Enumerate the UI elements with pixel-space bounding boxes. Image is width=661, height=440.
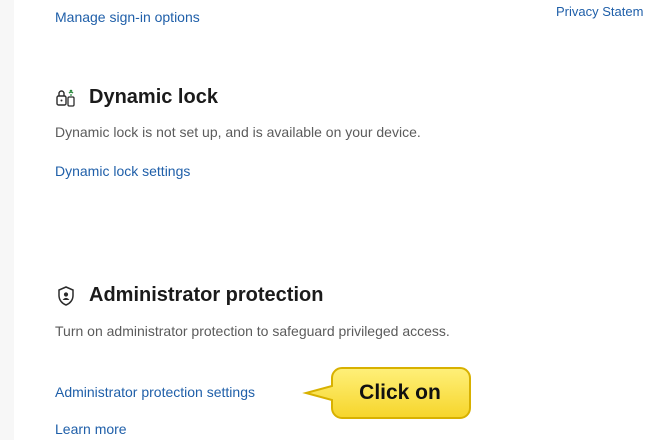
click-on-callout: Click on — [302, 366, 474, 422]
callout-text: Click on — [359, 381, 441, 404]
dynamic-lock-settings-link[interactable]: Dynamic lock settings — [55, 163, 190, 179]
dynamic-lock-description: Dynamic lock is not set up, and is avail… — [55, 124, 421, 140]
administrator-protection-settings-link[interactable]: Administrator protection settings — [55, 384, 255, 400]
dynamic-lock-title: Dynamic lock — [89, 86, 218, 108]
dynamic-lock-heading: Dynamic lock — [55, 86, 218, 109]
window-left-edge — [0, 0, 14, 440]
administrator-protection-description: Turn on administrator protection to safe… — [55, 323, 450, 339]
settings-page: Manage sign-in options Privacy Statem Dy… — [0, 0, 661, 440]
manage-signin-options-link[interactable]: Manage sign-in options — [55, 9, 200, 25]
dynamic-lock-icon — [55, 87, 77, 109]
administrator-protection-title: Administrator protection — [89, 284, 324, 306]
administrator-protection-heading: Administrator protection — [55, 284, 323, 307]
privacy-statement-link[interactable]: Privacy Statem — [556, 4, 643, 19]
admin-shield-icon — [55, 285, 77, 307]
learn-more-link[interactable]: Learn more — [55, 421, 127, 437]
